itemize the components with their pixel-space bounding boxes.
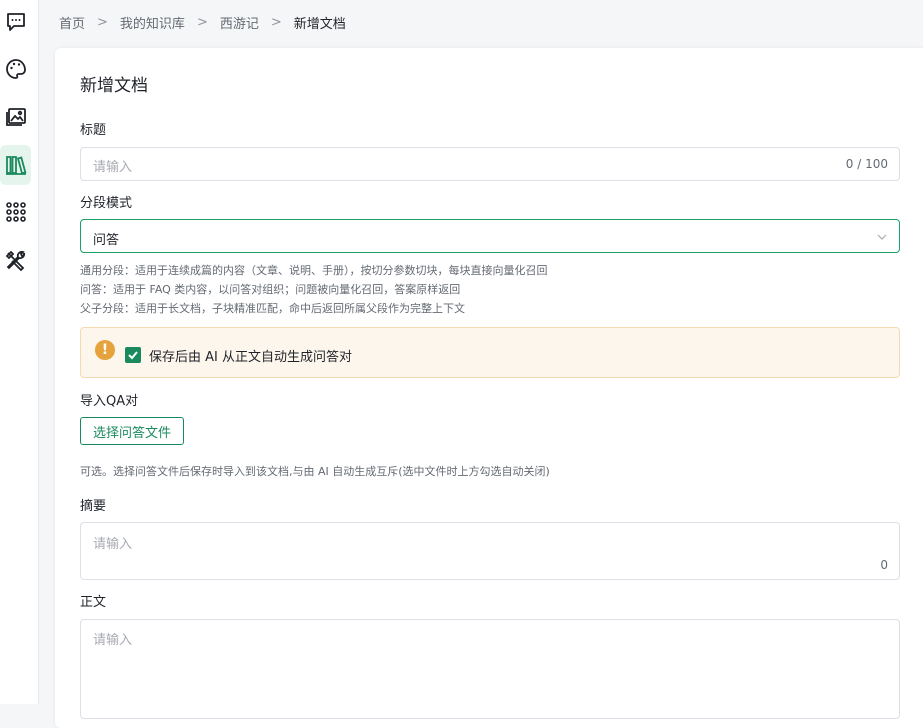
warning-icon: ! [95, 340, 115, 360]
breadcrumb-home[interactable]: 首页 [59, 13, 85, 32]
nav-chat[interactable] [0, 2, 31, 42]
nav-library[interactable] [0, 145, 31, 185]
summary-label: 摘要 [80, 499, 107, 514]
mode-label: 分段模式 [80, 196, 133, 211]
page-title: 新增文档 [80, 76, 148, 96]
apps-grid-icon [5, 202, 26, 222]
title-counter: 0 / 100 [845, 157, 888, 171]
body-textarea[interactable]: 请输入 [80, 619, 900, 719]
import-hint: 可选。选择问答文件后保存时导入到该文档,与由 AI 自动生成互斥(选中文件时上方… [80, 465, 550, 478]
tools-icon [5, 250, 25, 272]
summary-counter: 0 [880, 558, 888, 572]
title-placeholder: 请输入 [93, 160, 133, 175]
mode-select-value: 问答 [93, 233, 120, 248]
title-label: 标题 [80, 123, 107, 138]
library-icon [5, 156, 26, 175]
nav-tools[interactable] [0, 241, 31, 281]
breadcrumb-book[interactable]: 西游记 [220, 13, 259, 32]
hint-line: 通用分段：适用于连续成篇的内容（文章、说明、手册），按切分参数切块，每块直接向量… [80, 264, 548, 277]
import-label: 导入QA对 [80, 394, 139, 409]
summary-textarea[interactable]: 请输入 0 [80, 522, 900, 580]
breadcrumb-separator: > [196, 14, 208, 30]
ai-generate-label: 保存后由 AI 从正文自动生成问答对 [149, 350, 352, 365]
ai-generate-alert: ! 保存后由 AI 从正文自动生成问答对 [80, 327, 900, 378]
chat-icon [6, 13, 25, 31]
breadcrumb-current: 新增文档 [293, 16, 346, 32]
mode-select[interactable]: 问答 [80, 219, 900, 253]
body-label: 正文 [80, 595, 107, 610]
checkmark-icon [128, 351, 138, 360]
image-icon [5, 108, 26, 126]
hint-line: 父子分段：适用于长文档，子块精准匹配，命中后返回所属父段作为完整上下文 [80, 302, 465, 315]
palette-icon [5, 59, 26, 79]
summary-placeholder: 请输入 [93, 537, 133, 552]
nav-palette[interactable] [0, 49, 31, 89]
breadcrumb-separator: > [270, 14, 282, 30]
ai-generate-checkbox[interactable] [125, 347, 141, 363]
breadcrumb-kb[interactable]: 我的知识库 [120, 13, 185, 32]
breadcrumb-separator: > [97, 14, 108, 30]
select-qa-file-button[interactable]: 选择问答文件 [80, 417, 184, 445]
chevron-down-icon [877, 234, 887, 240]
sidebar [0, 0, 39, 704]
nav-image[interactable] [0, 97, 31, 137]
breadcrumb: 首页 > 我的知识库 > 西游记 > 新增文档 [59, 13, 346, 32]
body-placeholder: 请输入 [93, 633, 133, 648]
nav-apps[interactable] [0, 192, 31, 232]
hint-line: 问答：适用于 FAQ 类内容，以问答对组织；问题被向量化召回，答案原样返回 [80, 283, 461, 296]
mode-hints: 通用分段：适用于连续成篇的内容（文章、说明、手册），按切分参数切块，每块直接向量… [80, 261, 548, 318]
title-input[interactable]: 请输入 0 / 100 [80, 147, 900, 181]
